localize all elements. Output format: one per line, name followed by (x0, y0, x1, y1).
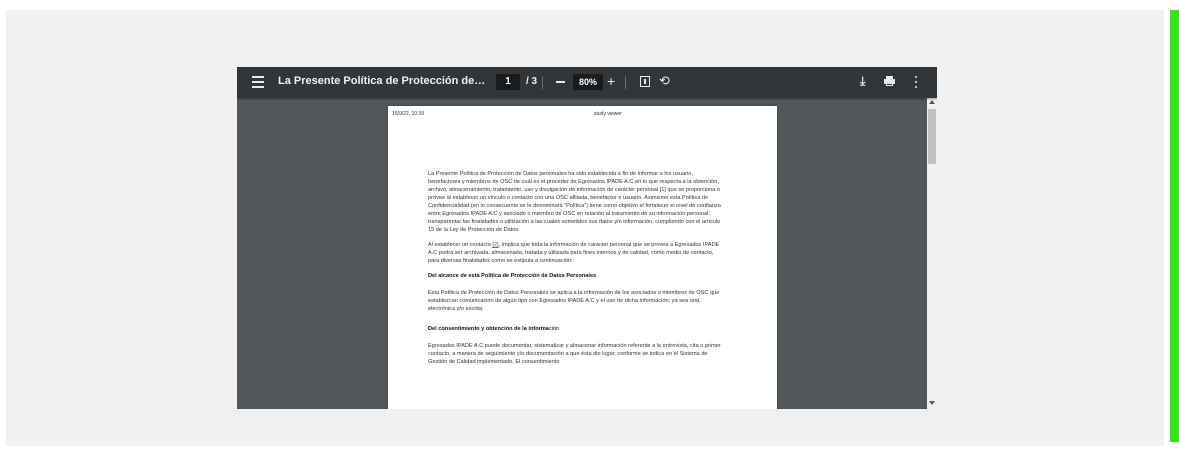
scroll-thumb[interactable] (928, 109, 936, 164)
hamburger-menu-icon[interactable] (252, 76, 264, 88)
paragraph: La Presente Política de Protección de Da… (428, 171, 721, 233)
rotate-icon[interactable]: ⟲ (659, 73, 670, 89)
fit-to-page-icon[interactable] (640, 76, 650, 87)
document-title: La Presente Política de Protección de Da… (278, 75, 488, 87)
toolbar-divider (542, 76, 543, 89)
vertical-scrollbar[interactable] (927, 98, 937, 409)
toolbar-divider (625, 76, 626, 89)
more-options-icon[interactable] (915, 76, 918, 88)
section-heading: Del alcance de esta Política de Protecci… (428, 273, 597, 279)
green-side-bar (1170, 10, 1179, 442)
paragraph: Egresados IPADE A.C puede documentar, si… (428, 343, 721, 365)
zoom-level-input[interactable]: 80% (573, 74, 603, 90)
scroll-down-arrow-icon[interactable] (929, 401, 935, 405)
pdf-toolbar: La Presente Política de Protección de Da… (237, 67, 937, 98)
pdf-page: 15/9/22, 10:39 study viewer La Presente … (388, 106, 777, 409)
zoom-in-button[interactable]: + (607, 73, 615, 89)
page-header-title: study viewer (594, 111, 622, 117)
print-icon[interactable] (884, 76, 895, 86)
pdf-viewer: La Presente Política de Protección de Da… (237, 67, 937, 409)
zoom-out-button[interactable] (556, 81, 565, 83)
paragraph: Esta Política de Protección de Datos Per… (428, 290, 720, 312)
page-total: / 3 (526, 76, 538, 87)
download-icon[interactable]: ⤓ (860, 73, 865, 89)
current-page-input[interactable]: 1 (496, 74, 520, 90)
document-body: La Presente Política de Protección de Da… (428, 170, 724, 373)
paragraph: Al establecer un contacto [2], implica q… (428, 242, 720, 264)
section-heading: Del consentimiento y obtención de la inf… (428, 326, 560, 332)
scroll-up-arrow-icon[interactable] (929, 100, 935, 104)
page-header-date: 15/9/22, 10:39 (392, 111, 424, 117)
